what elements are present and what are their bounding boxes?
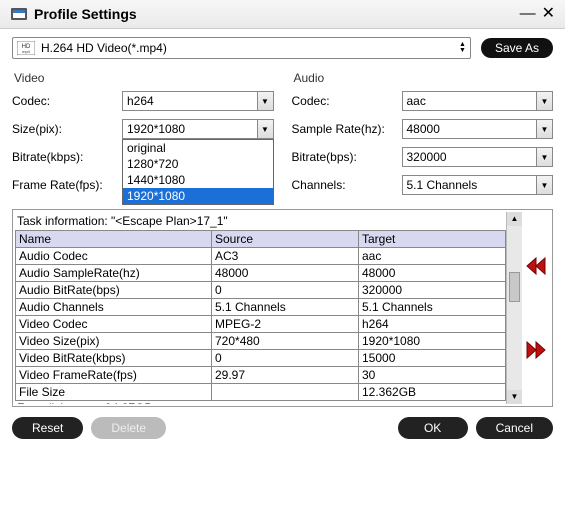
- video-size-label: Size(pix):: [12, 122, 122, 136]
- audio-channels-label: Channels:: [292, 178, 402, 192]
- title-bar: Profile Settings — ✕: [0, 0, 565, 29]
- col-target: Target: [359, 231, 506, 248]
- chevron-down-icon: ▼: [536, 92, 552, 110]
- table-row: Video FrameRate(fps)29.9730: [16, 367, 506, 384]
- hd-icon: HDmp4: [17, 41, 35, 55]
- chevron-down-icon: ▼: [536, 176, 552, 194]
- spinner-icon: ▲▼: [459, 42, 466, 54]
- video-fps-label: Frame Rate(fps):: [12, 178, 122, 192]
- audio-rate-label: Sample Rate(hz):: [292, 122, 402, 136]
- table-row: Audio SampleRate(hz)4800048000: [16, 265, 506, 282]
- prev-button[interactable]: [525, 256, 547, 276]
- window-title: Profile Settings: [34, 6, 137, 22]
- size-option-1440[interactable]: 1440*1080: [123, 172, 273, 188]
- audio-rate-select[interactable]: 48000▼: [402, 119, 554, 139]
- table-row: Audio Channels5.1 Channels5.1 Channels: [16, 299, 506, 316]
- scroll-down-icon[interactable]: ▼: [507, 390, 522, 404]
- video-codec-label: Codec:: [12, 94, 122, 108]
- audio-channels-select[interactable]: 5.1 Channels▼: [402, 175, 554, 195]
- video-size-dropdown: original 1280*720 1440*1080 1920*1080: [122, 139, 274, 205]
- ok-button[interactable]: OK: [398, 417, 468, 439]
- col-name: Name: [16, 231, 212, 248]
- free-disk: Free disk space:94.27GB: [17, 401, 506, 404]
- table-row: Video BitRate(kbps)015000: [16, 350, 506, 367]
- cancel-button[interactable]: Cancel: [476, 417, 553, 439]
- audio-section-title: Audio: [292, 67, 554, 91]
- chevron-down-icon: ▼: [257, 92, 273, 110]
- audio-bitrate-label: Bitrate(bps):: [292, 150, 402, 164]
- task-info: Task information: "<Escape Plan>17_1": [17, 214, 506, 228]
- scrollbar[interactable]: ▲ ▼: [506, 212, 522, 404]
- save-as-button[interactable]: Save As: [481, 38, 553, 58]
- audio-codec-select[interactable]: aac▼: [402, 91, 554, 111]
- app-icon: [10, 5, 28, 23]
- chevron-down-icon: ▼: [536, 120, 552, 138]
- audio-bitrate-select[interactable]: 320000▼: [402, 147, 554, 167]
- table-row: File Size12.362GB: [16, 384, 506, 401]
- chevron-down-icon: ▼: [257, 120, 273, 138]
- table-row: Video Size(pix)720*4801920*1080: [16, 333, 506, 350]
- size-option-original[interactable]: original: [123, 140, 273, 156]
- video-bitrate-label: Bitrate(kbps):: [12, 150, 122, 164]
- format-label: H.264 HD Video(*.mp4): [41, 41, 459, 55]
- next-button[interactable]: [525, 340, 547, 360]
- scroll-thumb[interactable]: [509, 272, 520, 302]
- audio-codec-label: Codec:: [292, 94, 402, 108]
- col-source: Source: [212, 231, 359, 248]
- chevron-down-icon: ▼: [536, 148, 552, 166]
- reset-button[interactable]: Reset: [12, 417, 83, 439]
- table-row: Audio CodecAC3aac: [16, 248, 506, 265]
- video-size-select[interactable]: 1920*1080▼: [122, 119, 274, 139]
- task-table: Name Source Target Audio CodecAC3aac Aud…: [15, 230, 506, 401]
- video-section-title: Video: [12, 67, 274, 91]
- minimize-button[interactable]: —: [520, 7, 536, 21]
- scroll-up-icon[interactable]: ▲: [507, 212, 522, 226]
- table-row: Audio BitRate(bps)0320000: [16, 282, 506, 299]
- svg-text:mp4: mp4: [22, 49, 31, 54]
- format-select[interactable]: HDmp4 H.264 HD Video(*.mp4) ▲▼: [12, 37, 471, 59]
- close-button[interactable]: ✕: [542, 7, 555, 21]
- size-option-1920[interactable]: 1920*1080: [123, 188, 273, 204]
- size-option-1280[interactable]: 1280*720: [123, 156, 273, 172]
- table-row: Video CodecMPEG-2h264: [16, 316, 506, 333]
- video-codec-select[interactable]: h264▼: [122, 91, 274, 111]
- delete-button[interactable]: Delete: [91, 417, 166, 439]
